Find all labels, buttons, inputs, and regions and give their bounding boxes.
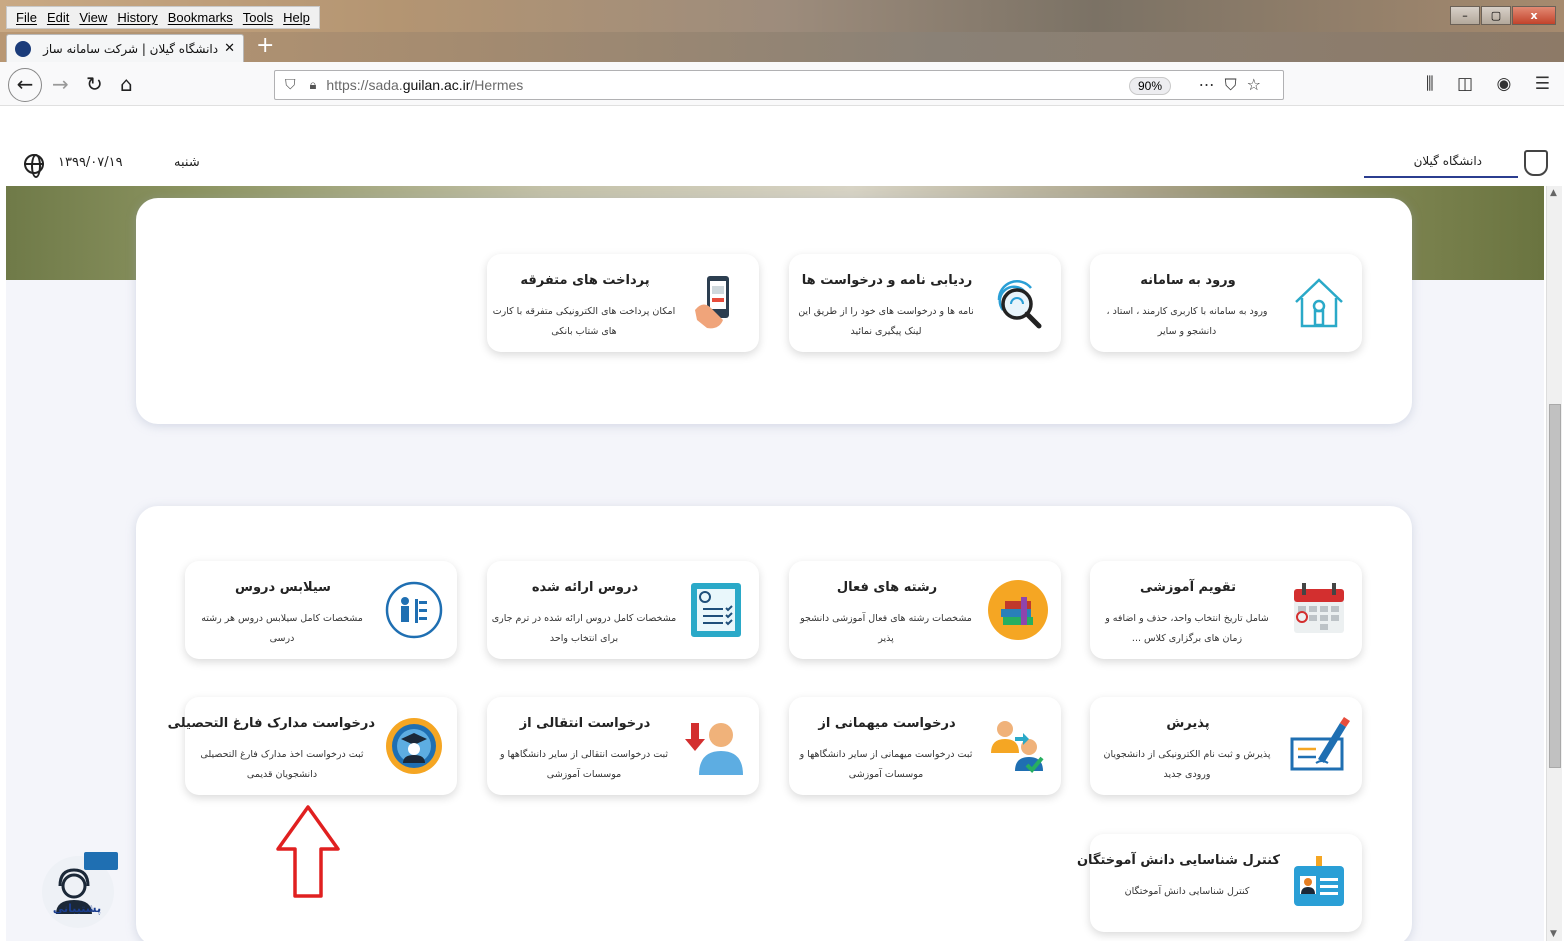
scroll-up-icon[interactable]: ▲	[1550, 188, 1557, 198]
menu-file[interactable]: File	[11, 10, 42, 25]
card-title: ورود به سامانه	[1140, 273, 1236, 288]
card-track-letters[interactable]: ردیابی نامه و درخواست ها نامه ها و درخوا…	[789, 254, 1061, 352]
support-label: پشتیبانی	[52, 902, 102, 915]
card-desc: شامل تاریخ انتخاب واحد، حذف و اضافه و زم…	[1105, 613, 1269, 644]
card-desc: ثبت درخواست انتقالی از سایر دانشگاهها و …	[499, 749, 669, 780]
calendar-icon	[1294, 583, 1344, 633]
mobile-payment-icon	[695, 276, 729, 329]
support-agent-icon	[42, 852, 118, 928]
syllabus-icon	[385, 581, 443, 639]
card-title: درخواست مدارک فارغ التحصیلی	[167, 716, 375, 731]
menu-bookmarks[interactable]: Bookmarks	[163, 10, 238, 25]
card-title: درخواست انتقالی از	[519, 716, 651, 731]
checklist-icon	[691, 583, 741, 637]
card-graduation-documents[interactable]: درخواست مدارک فارغ التحصیلی ثبت درخواست …	[167, 697, 457, 795]
page-actions[interactable]: ⋯⛉☆	[1199, 75, 1271, 95]
maximize-button[interactable]: ▢	[1481, 6, 1511, 25]
shield-icon[interactable]: ⛉	[285, 77, 296, 93]
card-desc: مشخصات کامل سیلابس دروس هر رشته درسی	[201, 613, 363, 644]
house-key-icon	[1295, 278, 1343, 328]
url-text[interactable]: https://sada.guilan.ac.ir/Hermes	[326, 77, 523, 93]
card-active-fields[interactable]: رشته های فعال مشخصات رشته های فعال آموزش…	[789, 561, 1061, 659]
card-title: سیلابس دروس	[235, 580, 331, 595]
card-title: ردیابی نامه و درخواست ها	[801, 273, 973, 288]
menu-bar: File Edit View History Bookmarks Tools H…	[6, 6, 320, 29]
support-widget[interactable]: پشتیبانی	[38, 852, 118, 928]
back-button[interactable]: ←	[8, 68, 42, 102]
fingerprint-search-icon	[997, 280, 1042, 329]
home-button[interactable]: ⌂	[120, 70, 133, 98]
card-title: درخواست میهمانی از	[818, 716, 956, 731]
card-graduate-id-control[interactable]: کنترل شناسایی دانش آموختگان کنترل شناسای…	[1076, 834, 1362, 932]
card-desc: ورود به سامانه با کاربری کارمند ، استاد …	[1106, 306, 1268, 337]
card-title: پرداخت های متفرقه	[520, 273, 650, 288]
card-desc: پذیرش و ثبت نام الکترونیکی از دانشجویان …	[1103, 749, 1271, 780]
card-desc: نامه ها و درخواست های خود را از طریق این…	[798, 306, 974, 337]
university-logo-icon[interactable]	[1524, 150, 1548, 176]
tab-close-icon[interactable]: ✕	[224, 41, 235, 56]
card-desc: کنترل شناسایی دانش آموختگان	[1124, 886, 1250, 897]
graduate-icon	[386, 718, 442, 774]
menu-view[interactable]: View	[74, 10, 112, 25]
guest-users-icon	[991, 721, 1044, 773]
card-title: رشته های فعال	[836, 580, 938, 595]
card-payments[interactable]: پرداخت های متفرقه امکان پرداخت های الکتر…	[487, 254, 759, 352]
minimize-button[interactable]: –	[1450, 6, 1480, 25]
close-window-button[interactable]: x	[1512, 6, 1556, 25]
menu-edit[interactable]: Edit	[42, 10, 74, 25]
card-transfer-request[interactable]: درخواست انتقالی از ثبت درخواست انتقالی ا…	[487, 697, 759, 795]
toolbar-icons[interactable]: ⫼ ◫ ◉ ☰	[1426, 74, 1550, 94]
university-link[interactable]: دانشگاه گیلان	[1364, 146, 1518, 178]
current-date: ۱۳۹۹/۰۷/۱۹	[58, 155, 123, 170]
menu-help[interactable]: Help	[278, 10, 315, 25]
lock-icon[interactable]: 🔒︎	[310, 78, 317, 93]
card-desc: مشخصات کامل دروس ارائه شده در ترم جاری ب…	[491, 613, 677, 644]
card-title: تقویم آموزشی	[1139, 580, 1237, 595]
site-header: ۱۳۹۹/۰۷/۱۹ شنبه دانشگاه گیلان	[0, 106, 1564, 186]
books-icon	[988, 580, 1048, 640]
card-title: پذیرش	[1166, 716, 1210, 731]
card-offered-courses[interactable]: دروس ارائه شده مشخصات کامل دروس ارائه شد…	[487, 561, 759, 659]
card-title: کنترل شناسایی دانش آموختگان	[1076, 853, 1280, 868]
url-bar[interactable]: ⛉ 🔒︎ https://sada.guilan.ac.ir/Hermes 90…	[274, 70, 1284, 100]
current-weekday: شنبه	[174, 155, 200, 170]
id-card-icon	[1294, 856, 1344, 906]
navigation-bar: ← → ↻ ⌂ ⛉ 🔒︎ https://sada.guilan.ac.ir/H…	[0, 62, 1564, 106]
transfer-user-icon	[685, 723, 743, 775]
favicon-icon	[15, 40, 31, 57]
card-login[interactable]: ورود به سامانه ورود به سامانه با کاربری …	[1090, 254, 1362, 352]
card-title: دروس ارائه شده	[531, 580, 639, 595]
tab-title: دانشگاه گیلان | شرکت سامانه ساز	[43, 41, 219, 56]
card-guest-request[interactable]: درخواست میهمانی از ثبت درخواست میهمانی ا…	[789, 697, 1061, 795]
tab-guilan[interactable]: دانشگاه گیلان | شرکت سامانه ساز ✕	[6, 34, 244, 62]
globe-icon[interactable]	[24, 154, 44, 178]
new-tab-button[interactable]: +	[256, 34, 274, 58]
scroll-thumb[interactable]	[1549, 404, 1561, 768]
window-titlebar: File Edit View History Bookmarks Tools H…	[0, 0, 1564, 32]
card-academic-calendar[interactable]: تقویم آموزشی شامل تاریخ انتخاب واحد، حذف…	[1090, 561, 1362, 659]
card-desc: مشخصات رشته های فعال آموزشی دانشجو پذیر	[800, 613, 972, 644]
page-scrollbar[interactable]: ▲ ▼	[1546, 186, 1562, 941]
card-syllabus[interactable]: سیلابس دروس مشخصات کامل سیلابس دروس هر ر…	[185, 561, 457, 659]
reload-button[interactable]: ↻	[86, 70, 103, 98]
window-controls: – ▢ x	[1449, 6, 1556, 25]
menu-tools[interactable]: Tools	[238, 10, 278, 25]
tab-strip: دانشگاه گیلان | شرکت سامانه ساز ✕ +	[0, 32, 1564, 62]
up-arrow-icon	[276, 805, 340, 898]
zoom-indicator[interactable]: 90%	[1128, 77, 1171, 95]
menu-history[interactable]: History	[112, 10, 162, 25]
card-desc: امکان پرداخت های الکترونیکی متفرقه با کا…	[492, 306, 676, 337]
signing-icon	[1290, 717, 1350, 771]
card-desc: ثبت درخواست اخذ مدارک فارغ التحصیلی دانش…	[200, 749, 364, 780]
forward-button[interactable]: →	[52, 70, 69, 98]
card-desc: ثبت درخواست میهمانی از سایر دانشگاهها و …	[799, 749, 973, 780]
card-admission[interactable]: پذیرش پذیرش و ثبت نام الکترونیکی از دانش…	[1090, 697, 1362, 795]
scroll-down-icon[interactable]: ▼	[1550, 929, 1557, 939]
